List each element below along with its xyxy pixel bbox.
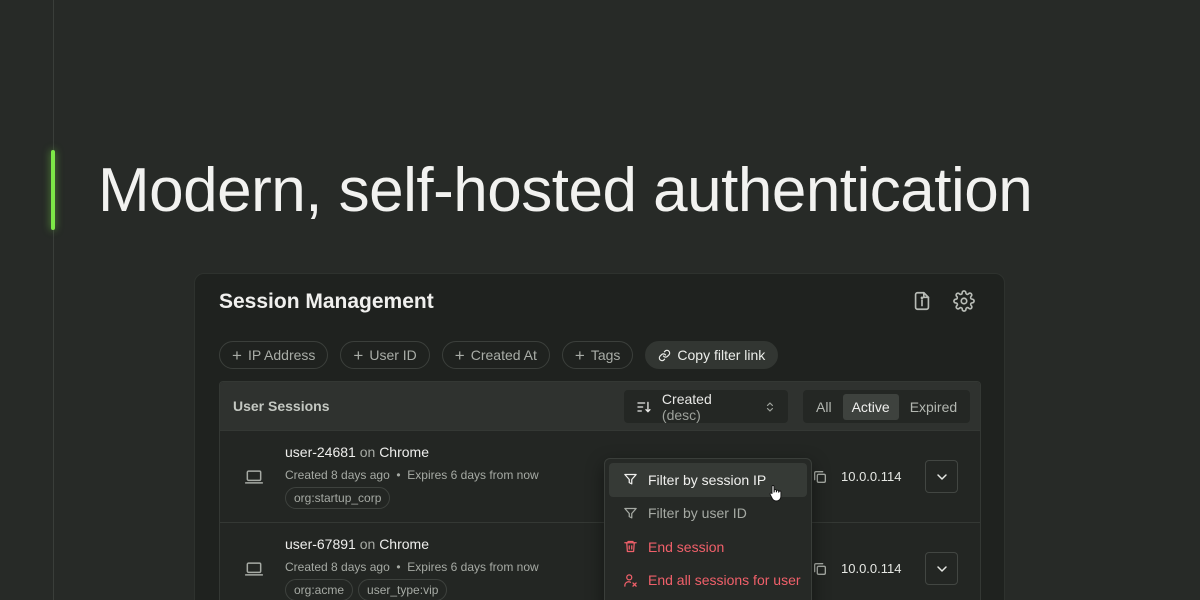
- laptop-icon: [244, 467, 264, 487]
- table-title: User Sessions: [233, 398, 330, 414]
- expand-row-button[interactable]: [925, 460, 958, 493]
- segment-expired[interactable]: Expired: [901, 394, 966, 420]
- copy-filter-link-button[interactable]: Copy filter link: [645, 341, 779, 369]
- segment-all[interactable]: All: [807, 394, 841, 420]
- table-header: User Sessions Created (desc) All Active …: [220, 382, 980, 430]
- segment-active[interactable]: Active: [842, 393, 899, 420]
- user-remove-icon: [624, 574, 637, 587]
- plus-icon: +: [353, 345, 364, 365]
- menu-item-end-session[interactable]: End session: [609, 530, 807, 564]
- session-tags: org:startup_corp: [285, 487, 391, 509]
- hand-pointer-icon: [769, 485, 782, 502]
- session-user: user-24681 on Chrome: [285, 444, 429, 460]
- sessions-table: User Sessions Created (desc) All Active …: [219, 381, 981, 600]
- plus-icon: +: [232, 345, 242, 365]
- session-tag: org:acme: [285, 579, 354, 600]
- filter-icon: [624, 507, 637, 519]
- table-row[interactable]: user-67891 on Chrome Created 8 days ago …: [220, 522, 980, 600]
- copy-filter-link-label: Copy filter link: [677, 347, 766, 363]
- session-user: user-67891 on Chrome: [285, 536, 429, 552]
- filter-chip-label: Created At: [470, 347, 537, 363]
- filter-chip-label: Tags: [590, 347, 621, 363]
- filter-chip-created-at[interactable]: + Created At: [441, 341, 550, 369]
- chevron-up-down-icon: [766, 401, 774, 412]
- plus-icon: +: [454, 345, 465, 365]
- hero-headline: Modern, self-hosted authentication: [98, 156, 1033, 225]
- sort-label: Created (desc): [661, 390, 712, 423]
- session-management-panel: Session Management + IP Address + User I…: [194, 273, 1005, 600]
- filter-chip-tags[interactable]: + Tags: [561, 341, 634, 369]
- sort-select[interactable]: Created (desc): [624, 390, 788, 423]
- session-tag: org:startup_corp: [285, 487, 391, 509]
- chevron-down-icon: [936, 473, 947, 480]
- session-context-menu: Filter by session IP Filter by user ID E…: [604, 458, 812, 600]
- plus-icon: +: [574, 345, 585, 365]
- sort-icon: [637, 401, 651, 413]
- copy-icon[interactable]: [812, 469, 828, 485]
- session-ip: 10.0.0.114: [841, 561, 902, 576]
- filter-icon: [624, 474, 637, 485]
- expand-row-button[interactable]: [925, 552, 958, 585]
- filter-chips: + IP Address + User ID + Created At + Ta…: [219, 341, 779, 369]
- session-tags: org:acme user_type:vip: [285, 579, 448, 600]
- trash-icon: [624, 541, 637, 553]
- filter-chip-ip-address[interactable]: + IP Address: [219, 341, 329, 369]
- decorative-vertical-line: [53, 0, 54, 600]
- table-row[interactable]: user-24681 on Chrome Created 8 days ago …: [220, 430, 980, 522]
- menu-item-end-all-sessions[interactable]: End all sessions for user: [609, 564, 807, 598]
- filter-chip-user-id[interactable]: + User ID: [340, 341, 430, 369]
- panel-title: Session Management: [219, 290, 434, 313]
- file-info-icon[interactable]: [911, 290, 933, 312]
- gear-icon[interactable]: [953, 290, 975, 312]
- session-meta: Created 8 days ago • Expires 6 days from…: [285, 560, 539, 574]
- session-ip: 10.0.0.114: [841, 469, 902, 484]
- accent-line: [51, 150, 55, 230]
- status-segmented-control: All Active Expired: [803, 390, 971, 423]
- laptop-icon: [244, 559, 264, 579]
- copy-icon[interactable]: [812, 561, 828, 577]
- chevron-down-icon: [936, 565, 947, 572]
- filter-chip-label: IP Address: [247, 347, 316, 363]
- session-meta: Created 8 days ago • Expires 6 days from…: [285, 468, 539, 482]
- filter-chip-label: User ID: [369, 347, 417, 363]
- link-icon: [659, 349, 671, 361]
- session-tag: user_type:vip: [358, 579, 448, 600]
